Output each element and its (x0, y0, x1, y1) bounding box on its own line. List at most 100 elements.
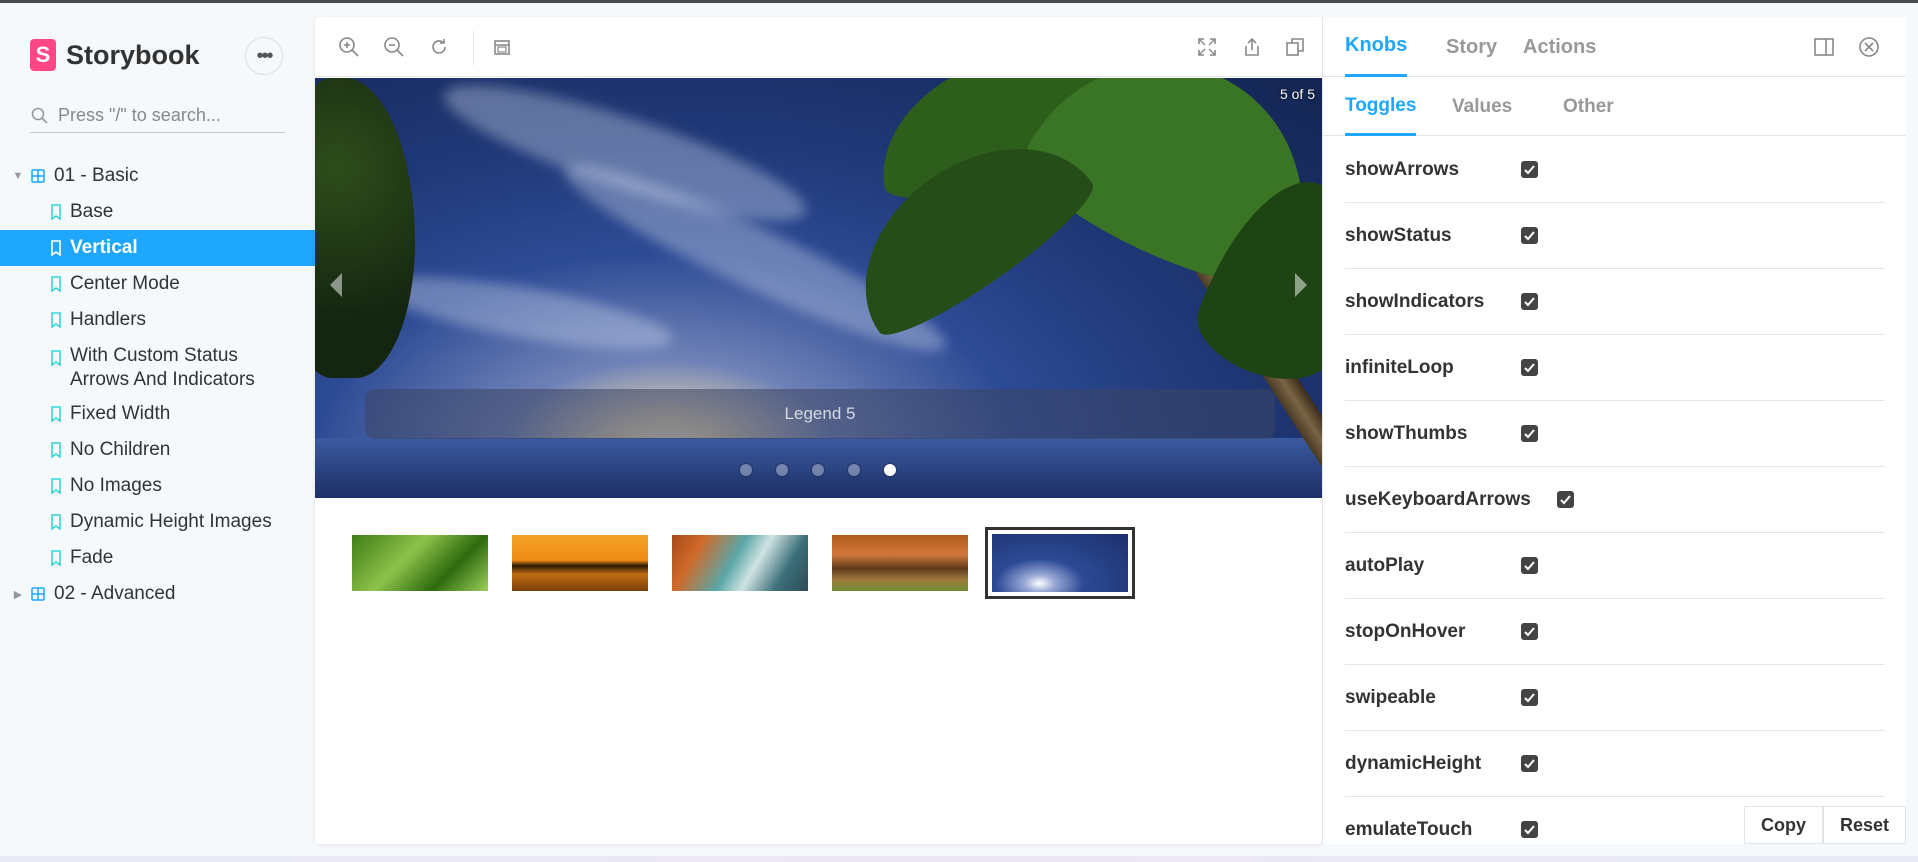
knob-checkbox[interactable] (1521, 557, 1538, 574)
thumbnail-image (352, 535, 488, 591)
tree-group-advanced[interactable]: ▶ 02 - Advanced (0, 576, 315, 612)
tree-story-label: Fade (70, 547, 114, 568)
search-box[interactable] (30, 99, 285, 133)
tree-story-label: No Images (70, 475, 162, 496)
search-input[interactable] (58, 105, 278, 126)
prev-slide-arrow[interactable] (330, 273, 342, 297)
thumbnail-image (672, 535, 808, 591)
fullscreen-button[interactable] (1195, 35, 1219, 59)
brand[interactable]: S Storybook (30, 38, 200, 72)
copy-button[interactable]: Copy (1743, 806, 1823, 844)
tree-story-fade[interactable]: Fade (0, 540, 315, 576)
knob-label: dynamicHeight (1345, 752, 1482, 774)
knob-label: autoPlay (1345, 554, 1425, 576)
knob-row: useKeyboardArrows (1345, 467, 1885, 533)
knob-label: showThumbs (1345, 422, 1468, 444)
zoom-out-button[interactable] (382, 35, 406, 59)
share-button[interactable] (1240, 35, 1264, 59)
knob-row: infiniteLoop (1345, 335, 1885, 401)
tab-story[interactable]: Story (1446, 17, 1497, 77)
tree-story-fixed-width[interactable]: Fixed Width (0, 396, 315, 432)
thumbnail[interactable] (832, 535, 968, 591)
tree-story-no-children[interactable]: No Children (0, 432, 315, 468)
knob-checkbox[interactable] (1521, 227, 1538, 244)
tab-actions[interactable]: Actions (1523, 17, 1596, 77)
knob-checkbox[interactable] (1521, 293, 1538, 310)
indicator-dot[interactable] (776, 464, 788, 476)
tab-knobs[interactable]: Knobs (1345, 17, 1408, 77)
tree-story-center-mode[interactable]: Center Mode (0, 266, 315, 302)
knob-label: showStatus (1345, 224, 1452, 246)
knob-checkbox[interactable] (1521, 161, 1538, 178)
panel-tabs: Knobs Story Actions (1323, 17, 1906, 77)
knob-checkbox[interactable] (1521, 623, 1538, 640)
tab-other[interactable]: Other (1563, 78, 1614, 136)
reset-zoom-button[interactable] (427, 35, 451, 59)
search-icon (31, 107, 48, 124)
knob-checkbox[interactable] (1521, 425, 1538, 442)
more-options-button[interactable]: ••• (245, 37, 283, 75)
knob-checkbox[interactable] (1521, 755, 1538, 772)
tree-story-dynamic-height[interactable]: Dynamic Height Images (0, 504, 315, 540)
knob-label: showArrows (1345, 158, 1460, 180)
bookmark-icon (51, 478, 61, 494)
thumbnail[interactable] (512, 535, 648, 591)
knob-row: dynamicHeight (1345, 731, 1885, 797)
copy-link-button[interactable] (1283, 35, 1307, 59)
tab-values[interactable]: Values (1452, 78, 1512, 136)
preview-toolbar (315, 17, 1322, 77)
tree-story-base[interactable]: Base (0, 194, 315, 230)
reset-button[interactable]: Reset (1822, 806, 1906, 844)
indicator-dot-active[interactable] (884, 464, 896, 476)
tab-toggles[interactable]: Toggles (1345, 78, 1417, 136)
thumbnail-image (512, 535, 648, 591)
knob-actions: Copy Reset (1743, 806, 1906, 844)
check-icon (1524, 627, 1535, 637)
background-button[interactable] (490, 35, 514, 59)
tree-story-handlers[interactable]: Handlers (0, 302, 315, 338)
carousel[interactable]: 5 of 5 Legend 5 (315, 78, 1322, 498)
zoom-in-button[interactable] (337, 35, 361, 59)
tree-story-label: Fixed Width (70, 403, 171, 424)
background-icon (494, 40, 510, 55)
component-icon (31, 587, 45, 601)
indicator-dot[interactable] (848, 464, 860, 476)
knob-row: showArrows (1345, 137, 1885, 203)
close-panel-icon[interactable] (1858, 36, 1880, 58)
knob-label: infiniteLoop (1345, 356, 1454, 378)
bookmark-icon (51, 442, 61, 458)
knob-checkbox[interactable] (1521, 689, 1538, 706)
ellipsis-icon: ••• (256, 44, 273, 67)
thumbnail[interactable] (352, 535, 488, 591)
check-icon (1524, 693, 1535, 703)
bookmark-icon (51, 514, 61, 530)
knob-checkbox[interactable] (1521, 821, 1538, 838)
knob-checkbox[interactable] (1557, 491, 1574, 508)
panel-orientation-icon[interactable] (1813, 36, 1835, 58)
tree-story-no-images[interactable]: No Images (0, 468, 315, 504)
tree-story-vertical[interactable]: Vertical (0, 230, 315, 266)
bookmark-icon (51, 350, 61, 366)
tree-story-custom-status[interactable]: With Custom Status Arrows And Indicators (0, 338, 315, 396)
tree-story-label: No Children (70, 439, 171, 460)
storybook-logo: S (30, 39, 56, 71)
tree-group-label: 01 - Basic (54, 165, 139, 186)
tree-story-label: Base (70, 201, 114, 222)
tree-group-basic[interactable]: ▼ 01 - Basic (0, 158, 315, 194)
check-icon (1524, 429, 1535, 439)
thumbnail[interactable] (672, 535, 808, 591)
bookmark-icon (51, 550, 61, 566)
thumbnail-image (992, 534, 1128, 592)
knob-row: autoPlay (1345, 533, 1885, 599)
toolbar-divider (473, 31, 474, 65)
next-slide-arrow[interactable] (1295, 273, 1307, 297)
knob-checkbox[interactable] (1521, 359, 1538, 376)
indicator-dot[interactable] (812, 464, 824, 476)
check-icon (1524, 825, 1535, 835)
knob-label: emulateTouch (1345, 818, 1473, 840)
thumbnail-image (832, 535, 968, 591)
indicator-dot[interactable] (740, 464, 752, 476)
knob-row: showStatus (1345, 203, 1885, 269)
bookmark-icon (51, 312, 61, 328)
thumbnail-selected[interactable] (985, 527, 1135, 599)
